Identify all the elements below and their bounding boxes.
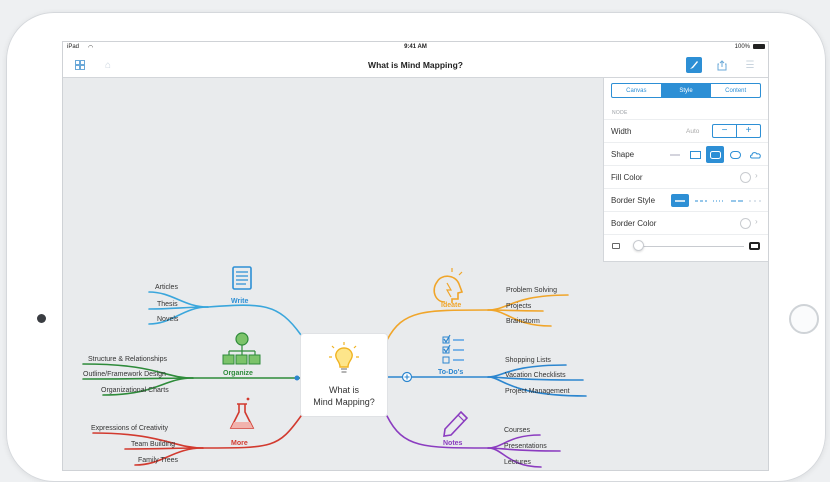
write-branch-line [207,304,302,336]
mindmap-canvas[interactable]: What is Mind Mapping? Write Articles The… [63,78,603,470]
battery-icon [753,44,765,49]
shape-cloud-icon[interactable] [748,149,762,160]
border-dashed-icon[interactable] [692,194,710,207]
shape-rect-icon[interactable] [688,149,702,160]
central-node-line1: What is [328,385,359,395]
tab-style[interactable]: Style [661,84,712,97]
organize-item-structure[interactable]: Structure & Relationships [88,356,167,363]
central-node-line2: Mind Mapping? [313,397,375,407]
org-chart-icon [222,332,261,365]
todos-item-shopping[interactable]: Shopping Lists [505,357,551,364]
write-item-articles[interactable]: Articles [155,284,178,291]
lightbulb-icon [329,342,359,373]
border-longdash-icon[interactable] [728,194,746,207]
central-node[interactable]: What is Mind Mapping? [301,334,387,416]
branch-more[interactable]: More [231,440,248,447]
border-none-icon[interactable] [746,194,764,207]
navigation-bar: ⌂ What is Mind Mapping? ☰ [63,53,768,78]
border-color-swatch[interactable] [740,218,751,229]
notes-branch-line [386,415,489,449]
thick-border-icon [749,242,760,250]
thin-border-icon [612,243,620,249]
border-width-slider[interactable] [634,246,744,247]
fill-color-row[interactable]: Fill Color › [604,165,768,189]
status-bar: iPad ◠ 9:41 AM 100% [63,42,768,53]
tab-content[interactable]: Content [711,84,760,97]
document-title: What is Mind Mapping? [368,60,463,70]
app-screen: iPad ◠ 9:41 AM 100% ⌂ What is Mind Mappi… [62,41,769,471]
write-item-thesis[interactable]: Thesis [157,301,178,308]
checklist-icon [442,334,464,364]
style-panel: Canvas Style Content NODE Width Auto − +… [603,78,768,262]
width-increase-button[interactable]: + [737,125,760,137]
head-lightbulb-icon [433,268,464,303]
todos-item-projectmgmt[interactable]: Project Management [505,388,570,395]
collapse-dot [294,375,300,381]
organize-item-orgcharts[interactable]: Organizational Charts [101,387,169,394]
ideate-item-brainstorm[interactable]: Brainstorm [506,318,540,325]
border-width-row [604,234,768,258]
border-style-label: Border Style [611,196,656,205]
chevron-right-icon: › [755,217,758,226]
more-item-familytrees[interactable]: Family Trees [138,457,178,464]
shape-rounded-icon[interactable] [706,146,724,163]
more-branch-line [202,415,302,449]
front-camera [37,314,46,323]
width-label: Width [611,127,632,136]
outline-icon[interactable]: ☰ [742,57,758,73]
width-value: Auto [686,128,700,135]
branch-organize[interactable]: Organize [223,370,253,377]
width-decrease-button[interactable]: − [713,125,737,137]
branch-notes[interactable]: Notes [443,440,462,447]
share-icon[interactable] [714,57,730,73]
flask-icon [229,397,255,429]
branch-todos[interactable]: To-Do's [438,369,463,376]
todos-item-vacation[interactable]: Vacation Checklists [505,372,566,379]
shape-label: Shape [611,150,635,159]
status-time: 9:41 AM [404,44,427,50]
battery-percent: 100% [734,44,750,50]
write-item-novels[interactable]: Novels [157,316,178,323]
section-header: NODE [612,110,628,116]
branch-ideate[interactable]: Ideate [441,302,461,309]
organize-item-outline[interactable]: Outline/Framework Design [83,371,166,378]
pencil-icon [443,410,469,437]
ideate-branch-line [386,309,489,341]
ideate-item-problemsolving[interactable]: Problem Solving [506,287,557,294]
border-style-row: Border Style [604,188,768,212]
fill-color-swatch[interactable] [740,172,751,183]
more-item-teambuilding[interactable]: Team Building [131,441,175,448]
more-item-creativity[interactable]: Expressions of Creativity [91,425,168,432]
width-stepper: − + [712,124,761,138]
tab-canvas[interactable]: Canvas [612,84,662,97]
branch-write[interactable]: Write [231,298,248,305]
chevron-right-icon: › [755,171,758,180]
shape-row: Shape [604,142,768,166]
border-solid-icon[interactable] [671,194,689,207]
ideate-item-projects[interactable]: Projects [506,303,531,310]
document-icon [232,266,252,290]
fill-color-label: Fill Color [611,173,643,182]
shape-pill-icon[interactable] [728,149,742,160]
border-color-row[interactable]: Border Color › [604,211,768,235]
width-row: Width Auto − + [604,119,768,143]
notes-item-lectures[interactable]: Lectures [504,459,531,466]
notes-item-courses[interactable]: Courses [504,427,530,434]
home-button[interactable] [789,304,819,334]
organize-item-line [82,377,194,380]
border-dotted-icon[interactable] [710,194,728,207]
notes-item-presentations[interactable]: Presentations [504,443,547,450]
border-color-label: Border Color [611,219,657,228]
shape-line-icon[interactable] [668,149,682,160]
slider-handle[interactable] [633,240,644,251]
panel-tabs: Canvas Style Content [611,83,761,98]
brush-icon[interactable] [686,57,702,73]
